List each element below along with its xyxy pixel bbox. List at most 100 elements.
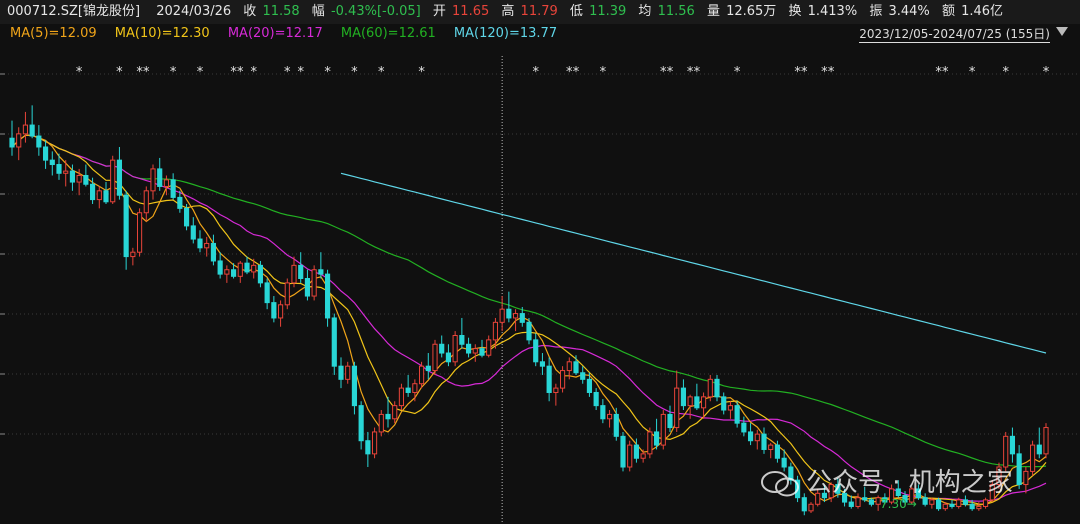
quote-header: 000712.SZ[锦龙股份] 2024/03/26 收 11.58 幅 -0.… [0, 0, 1080, 24]
candle-body [190, 225, 196, 240]
candle-body [734, 405, 740, 424]
candle-body [324, 273, 331, 319]
wechat-icon [761, 470, 799, 496]
candle-body [472, 348, 478, 354]
candle-body [714, 378, 720, 398]
event-star: * [600, 65, 607, 80]
candle-body [338, 365, 344, 380]
candle-body [600, 405, 606, 420]
candle-body [962, 499, 969, 505]
candle-body [204, 242, 210, 249]
turnover-value: 1.413% [807, 4, 858, 19]
high-value: 11.79 [520, 4, 558, 19]
ma5-legend: MA(5)=12.09 [10, 26, 97, 41]
candle-body [418, 365, 425, 385]
candle-body [385, 413, 391, 420]
candle-body [83, 174, 89, 185]
candle-body [667, 413, 673, 429]
candle-body [956, 499, 962, 507]
candle-body [593, 391, 599, 407]
candle-body [224, 269, 230, 275]
candle-body [210, 242, 217, 262]
candle-body [1029, 444, 1036, 472]
close-value: 11.58 [262, 4, 300, 19]
change-value: -0.43%[-0.05] [330, 4, 421, 19]
candle-body [116, 159, 123, 196]
candle-body [606, 413, 613, 420]
candle-body [526, 321, 532, 341]
candle-body [929, 499, 935, 505]
candle-body [96, 190, 102, 201]
candle-body [69, 170, 76, 183]
candle-body [459, 334, 465, 345]
candle-body [63, 170, 69, 174]
ma60-legend: MA(60)=12.61 [340, 26, 436, 41]
candle-body [345, 365, 351, 380]
candle-body [311, 269, 317, 297]
candle-body [271, 302, 277, 319]
candle-body [761, 433, 767, 450]
candle-body [163, 179, 170, 187]
stock-code: 000712.SZ[锦龙股份] [7, 4, 141, 19]
candle-body [277, 304, 284, 319]
candle-body [848, 501, 854, 507]
candle-body [741, 422, 747, 433]
candle-body [935, 499, 942, 510]
event-star: * [694, 65, 701, 80]
candle-body [976, 505, 982, 510]
candle-body [808, 503, 814, 512]
candle-body [580, 372, 586, 380]
open-value: 11.65 [452, 4, 490, 19]
candle-body [680, 387, 687, 407]
ma20-legend: MA(20)=12.17 [227, 26, 323, 41]
candle-body [358, 405, 364, 442]
event-star: * [969, 65, 976, 80]
candle-body [76, 174, 82, 183]
open-label: 开 [432, 4, 446, 19]
event-star: * [1043, 65, 1050, 80]
candle-body [1043, 427, 1049, 455]
candle-body [754, 433, 760, 442]
candle-body [217, 260, 223, 275]
kline-chart[interactable]: * * * * * * * * * * * * * * * * * * * * * * * * * * * * * * * * * [0, 44, 1080, 524]
candle-body [22, 124, 29, 135]
candle-body [969, 503, 975, 510]
candle-body [291, 264, 297, 284]
candle-body [660, 413, 666, 446]
candle-body [942, 503, 948, 510]
candle-body [512, 313, 519, 319]
candle-body [1036, 444, 1042, 455]
candle-body [110, 159, 116, 203]
candle-body [136, 212, 143, 253]
chevron-down-icon[interactable] [1056, 27, 1068, 36]
event-star: * [237, 65, 244, 80]
event-star: * [143, 65, 150, 80]
candle-body [868, 499, 875, 505]
candle-body [694, 396, 700, 409]
candle-body [244, 262, 250, 273]
candle-body [230, 269, 237, 277]
ma120-legend: MA(120)=13.77 [453, 26, 558, 41]
candle-body [264, 282, 270, 304]
candle-body [143, 190, 149, 214]
candle-body [492, 321, 499, 341]
date-range-selector[interactable]: 2023/12/05-2024/07/25 (155日) [859, 26, 1050, 43]
candle-body [318, 269, 324, 275]
event-star: * [250, 65, 257, 80]
event-star: * [1002, 65, 1009, 80]
amount-label: 额 [941, 4, 955, 19]
candle-body [89, 183, 96, 201]
event-star: * [284, 65, 291, 80]
candle-body [586, 378, 593, 393]
candle-body [351, 365, 358, 407]
candle-body [183, 207, 190, 227]
candle-body [412, 383, 418, 393]
candle-body [29, 124, 35, 137]
candle-body [640, 453, 646, 459]
candle-body [405, 387, 411, 393]
candle-body [452, 334, 458, 363]
candle-body [284, 282, 290, 306]
ma120-line [340, 172, 1047, 354]
candle-body [687, 396, 693, 407]
candle-body [674, 387, 680, 429]
